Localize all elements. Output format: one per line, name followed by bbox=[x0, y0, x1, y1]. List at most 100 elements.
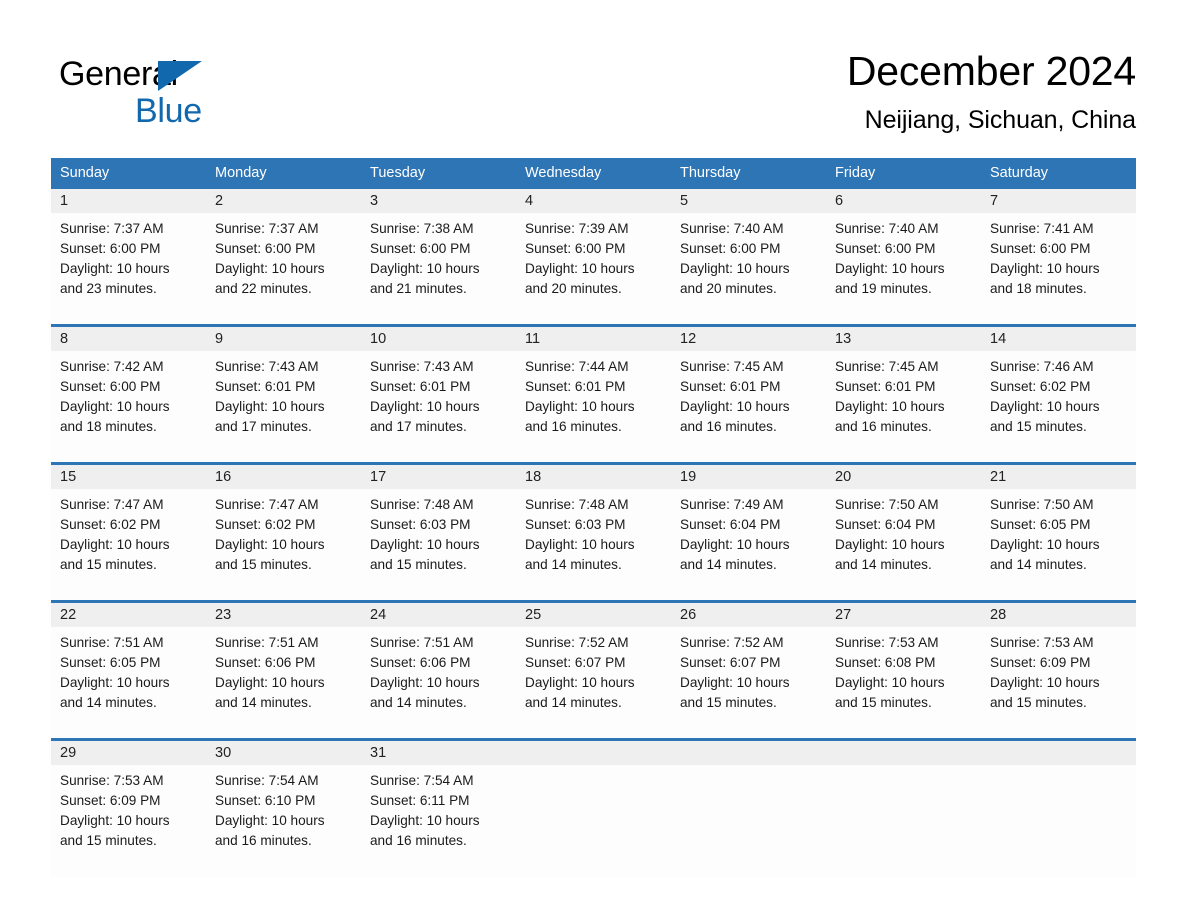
day-number[interactable]: 16 bbox=[206, 465, 361, 489]
day-cell[interactable]: Sunrise: 7:50 AM Sunset: 6:04 PM Dayligh… bbox=[826, 489, 981, 600]
day-number[interactable]: 7 bbox=[981, 189, 1136, 213]
day-number[interactable]: 19 bbox=[671, 465, 826, 489]
day-cell[interactable]: Sunrise: 7:49 AM Sunset: 6:04 PM Dayligh… bbox=[671, 489, 826, 600]
sunrise-text: Sunrise: 7:53 AM bbox=[60, 773, 164, 788]
day-number[interactable]: 25 bbox=[516, 603, 671, 627]
sunset-text: Sunset: 6:00 PM bbox=[60, 379, 161, 394]
day-number[interactable]: 29 bbox=[51, 741, 206, 765]
sunset-text: Sunset: 6:08 PM bbox=[835, 655, 936, 670]
day-cell[interactable]: Sunrise: 7:43 AM Sunset: 6:01 PM Dayligh… bbox=[361, 351, 516, 462]
day-number[interactable]: 8 bbox=[51, 327, 206, 351]
day-cell[interactable]: Sunrise: 7:45 AM Sunset: 6:01 PM Dayligh… bbox=[826, 351, 981, 462]
day-cell[interactable]: Sunrise: 7:43 AM Sunset: 6:01 PM Dayligh… bbox=[206, 351, 361, 462]
day-number[interactable]: 17 bbox=[361, 465, 516, 489]
day-number[interactable]: 22 bbox=[51, 603, 206, 627]
day-number-band: 1 2 3 4 5 6 7 bbox=[51, 189, 1136, 213]
day-cell[interactable]: Sunrise: 7:47 AM Sunset: 6:02 PM Dayligh… bbox=[206, 489, 361, 600]
sunrise-text: Sunrise: 7:52 AM bbox=[680, 635, 784, 650]
day-number[interactable]: 15 bbox=[51, 465, 206, 489]
day-cell[interactable]: Sunrise: 7:39 AM Sunset: 6:00 PM Dayligh… bbox=[516, 213, 671, 324]
daylight-text-cont: and 15 minutes. bbox=[990, 695, 1087, 710]
sunset-text: Sunset: 6:04 PM bbox=[680, 517, 781, 532]
day-number[interactable]: 31 bbox=[361, 741, 516, 765]
day-number[interactable]: 4 bbox=[516, 189, 671, 213]
day-cell[interactable]: Sunrise: 7:38 AM Sunset: 6:00 PM Dayligh… bbox=[361, 213, 516, 324]
day-cell-empty bbox=[516, 765, 671, 877]
day-number[interactable]: 6 bbox=[826, 189, 981, 213]
day-cell[interactable]: Sunrise: 7:37 AM Sunset: 6:00 PM Dayligh… bbox=[51, 213, 206, 324]
daylight-text: Daylight: 10 hours bbox=[60, 675, 170, 690]
day-number[interactable]: 3 bbox=[361, 189, 516, 213]
day-number[interactable]: 13 bbox=[826, 327, 981, 351]
sunset-text: Sunset: 6:00 PM bbox=[60, 241, 161, 256]
day-number[interactable]: 18 bbox=[516, 465, 671, 489]
day-cell[interactable]: Sunrise: 7:48 AM Sunset: 6:03 PM Dayligh… bbox=[361, 489, 516, 600]
sunset-text: Sunset: 6:02 PM bbox=[60, 517, 161, 532]
day-number[interactable]: 12 bbox=[671, 327, 826, 351]
day-number[interactable]: 9 bbox=[206, 327, 361, 351]
day-cell[interactable]: Sunrise: 7:44 AM Sunset: 6:01 PM Dayligh… bbox=[516, 351, 671, 462]
day-cell[interactable]: Sunrise: 7:51 AM Sunset: 6:06 PM Dayligh… bbox=[361, 627, 516, 738]
daylight-text-cont: and 15 minutes. bbox=[990, 419, 1087, 434]
day-number[interactable]: 10 bbox=[361, 327, 516, 351]
sunset-text: Sunset: 6:05 PM bbox=[990, 517, 1091, 532]
daylight-text-cont: and 18 minutes. bbox=[990, 281, 1087, 296]
day-cell[interactable]: Sunrise: 7:40 AM Sunset: 6:00 PM Dayligh… bbox=[671, 213, 826, 324]
daylight-text: Daylight: 10 hours bbox=[835, 675, 945, 690]
day-number[interactable]: 28 bbox=[981, 603, 1136, 627]
calendar-week-row: 15 16 17 18 19 20 21 Sunrise: 7:47 AM Su… bbox=[51, 462, 1136, 600]
day-number[interactable]: 26 bbox=[671, 603, 826, 627]
daylight-text-cont: and 16 minutes. bbox=[215, 833, 312, 848]
day-number[interactable]: 23 bbox=[206, 603, 361, 627]
day-cell[interactable]: Sunrise: 7:47 AM Sunset: 6:02 PM Dayligh… bbox=[51, 489, 206, 600]
day-cell[interactable]: Sunrise: 7:40 AM Sunset: 6:00 PM Dayligh… bbox=[826, 213, 981, 324]
day-cell[interactable]: Sunrise: 7:54 AM Sunset: 6:11 PM Dayligh… bbox=[361, 765, 516, 877]
sunset-text: Sunset: 6:09 PM bbox=[60, 793, 161, 808]
day-cell[interactable]: Sunrise: 7:46 AM Sunset: 6:02 PM Dayligh… bbox=[981, 351, 1136, 462]
weekday-header-wednesday: Wednesday bbox=[525, 165, 602, 181]
day-number[interactable]: 1 bbox=[51, 189, 206, 213]
day-cell[interactable]: Sunrise: 7:45 AM Sunset: 6:01 PM Dayligh… bbox=[671, 351, 826, 462]
day-cell[interactable]: Sunrise: 7:52 AM Sunset: 6:07 PM Dayligh… bbox=[671, 627, 826, 738]
sunrise-text: Sunrise: 7:48 AM bbox=[525, 497, 629, 512]
daylight-text-cont: and 20 minutes. bbox=[525, 281, 622, 296]
generalblue-logo[interactable]: General Blue bbox=[59, 54, 319, 136]
sunset-text: Sunset: 6:02 PM bbox=[215, 517, 316, 532]
day-number-empty bbox=[516, 741, 671, 765]
day-cell[interactable]: Sunrise: 7:48 AM Sunset: 6:03 PM Dayligh… bbox=[516, 489, 671, 600]
day-cell[interactable]: Sunrise: 7:42 AM Sunset: 6:00 PM Dayligh… bbox=[51, 351, 206, 462]
day-number-band: 8 9 10 11 12 13 14 bbox=[51, 327, 1136, 351]
day-detail-row: Sunrise: 7:42 AM Sunset: 6:00 PM Dayligh… bbox=[51, 351, 1136, 462]
day-number[interactable]: 30 bbox=[206, 741, 361, 765]
daylight-text: Daylight: 10 hours bbox=[990, 261, 1100, 276]
day-cell[interactable]: Sunrise: 7:53 AM Sunset: 6:09 PM Dayligh… bbox=[981, 627, 1136, 738]
daylight-text-cont: and 15 minutes. bbox=[835, 695, 932, 710]
day-cell[interactable]: Sunrise: 7:53 AM Sunset: 6:08 PM Dayligh… bbox=[826, 627, 981, 738]
sunrise-text: Sunrise: 7:50 AM bbox=[990, 497, 1094, 512]
day-number[interactable]: 27 bbox=[826, 603, 981, 627]
sunset-text: Sunset: 6:07 PM bbox=[525, 655, 626, 670]
day-number[interactable]: 2 bbox=[206, 189, 361, 213]
sunset-text: Sunset: 6:05 PM bbox=[60, 655, 161, 670]
sunrise-text: Sunrise: 7:40 AM bbox=[835, 221, 939, 236]
sunrise-text: Sunrise: 7:48 AM bbox=[370, 497, 474, 512]
day-number[interactable]: 5 bbox=[671, 189, 826, 213]
day-cell[interactable]: Sunrise: 7:51 AM Sunset: 6:05 PM Dayligh… bbox=[51, 627, 206, 738]
day-cell[interactable]: Sunrise: 7:37 AM Sunset: 6:00 PM Dayligh… bbox=[206, 213, 361, 324]
title-block: December 2024 Neijiang, Sichuan, China bbox=[847, 44, 1136, 135]
day-cell[interactable]: Sunrise: 7:54 AM Sunset: 6:10 PM Dayligh… bbox=[206, 765, 361, 877]
daylight-text: Daylight: 10 hours bbox=[215, 675, 325, 690]
day-cell[interactable]: Sunrise: 7:50 AM Sunset: 6:05 PM Dayligh… bbox=[981, 489, 1136, 600]
day-cell[interactable]: Sunrise: 7:53 AM Sunset: 6:09 PM Dayligh… bbox=[51, 765, 206, 877]
day-number[interactable]: 24 bbox=[361, 603, 516, 627]
day-number[interactable]: 21 bbox=[981, 465, 1136, 489]
day-number[interactable]: 14 bbox=[981, 327, 1136, 351]
day-number[interactable]: 20 bbox=[826, 465, 981, 489]
day-cell[interactable]: Sunrise: 7:41 AM Sunset: 6:00 PM Dayligh… bbox=[981, 213, 1136, 324]
sunrise-text: Sunrise: 7:49 AM bbox=[680, 497, 784, 512]
day-number[interactable]: 11 bbox=[516, 327, 671, 351]
day-cell[interactable]: Sunrise: 7:51 AM Sunset: 6:06 PM Dayligh… bbox=[206, 627, 361, 738]
day-cell[interactable]: Sunrise: 7:52 AM Sunset: 6:07 PM Dayligh… bbox=[516, 627, 671, 738]
daylight-text-cont: and 14 minutes. bbox=[525, 557, 622, 572]
daylight-text-cont: and 14 minutes. bbox=[215, 695, 312, 710]
